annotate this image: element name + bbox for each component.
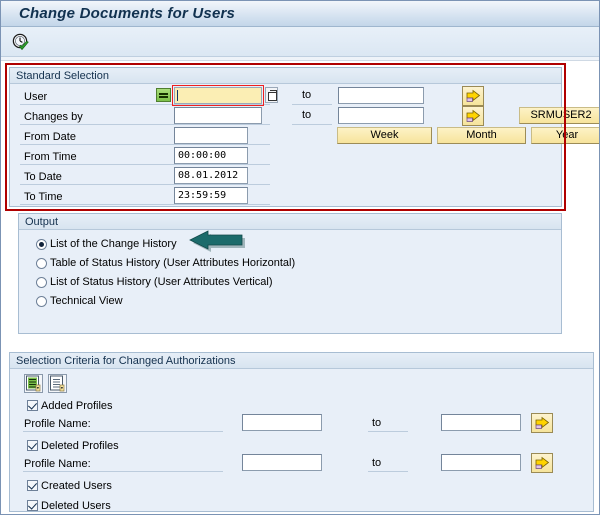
checkbox-added-profiles[interactable]: Added Profiles [27, 398, 113, 413]
standard-selection-title: Standard Selection [10, 68, 561, 84]
profile-name-to-input-2[interactable] [441, 454, 521, 471]
profile-name-to-label-2: to [372, 457, 382, 469]
radio-icon [36, 238, 47, 250]
profile-name-to-label-1: to [372, 417, 382, 429]
changes-by-input[interactable] [174, 107, 262, 124]
yellow-arrow-icon [466, 89, 481, 103]
from-time-label: From Time [24, 151, 77, 163]
clock-check-icon [12, 33, 30, 51]
checkbox-label: Added Profiles [41, 399, 113, 412]
row-divider [292, 124, 332, 125]
checkbox-icon [27, 500, 38, 511]
changes-by-to-input[interactable] [338, 107, 424, 124]
to-time-input[interactable]: 23:59:59 [174, 187, 248, 204]
text-caret [177, 90, 178, 101]
yellow-arrow-icon [466, 109, 481, 123]
output-group: Output List of the Change History Table … [18, 213, 562, 334]
selection-criteria-title: Selection Criteria for Changed Authoriza… [10, 353, 593, 369]
output-option-label: List of Status History (User Attributes … [50, 276, 273, 288]
output-body: List of the Change History Table of Stat… [19, 230, 561, 333]
user-label: User [24, 91, 48, 103]
checkbox-created-users[interactable]: Created Users [27, 478, 112, 493]
execute-button[interactable] [10, 31, 32, 52]
profile-name-to-input-1[interactable] [441, 414, 521, 431]
radio-icon [36, 257, 47, 269]
sap-selection-screen: Change Documents for Users Standard Sele… [0, 0, 600, 515]
year-button[interactable]: Year [531, 127, 599, 144]
user-input[interactable] [174, 87, 262, 104]
profile-name-input-1[interactable] [242, 414, 322, 431]
from-date-input[interactable] [174, 127, 248, 144]
month-button[interactable]: Month [437, 127, 526, 144]
checkbox-deleted-users[interactable]: Deleted Users [27, 498, 111, 513]
changes-by-label: Changes by [24, 111, 83, 123]
from-time-input[interactable]: 00:00:00 [174, 147, 248, 164]
toolbar-divider [1, 57, 599, 61]
radio-icon [36, 276, 47, 288]
page-title: Change Documents for Users [19, 5, 236, 22]
row-divider [23, 471, 223, 472]
multiple-selection-button-changes-by[interactable] [462, 106, 484, 126]
row-divider [292, 104, 332, 105]
multiple-selection-button-user[interactable] [462, 86, 484, 106]
checkbox-deleted-profiles[interactable]: Deleted Profiles [27, 438, 119, 453]
output-option-list-status-vertical[interactable]: List of Status History (User Attributes … [36, 274, 273, 290]
multiple-selection-button-profile-2[interactable] [531, 453, 553, 473]
output-option-label: List of the Change History [50, 238, 177, 250]
deselect-all-icon[interactable] [48, 374, 67, 393]
checkbox-icon [27, 440, 38, 451]
yellow-arrow-icon [535, 416, 550, 430]
application-toolbar [1, 27, 599, 57]
checkbox-label: Created Users [41, 479, 112, 492]
multiple-selection-button-profile-1[interactable] [531, 413, 553, 433]
row-divider [23, 431, 223, 432]
output-option-list-change-history[interactable]: List of the Change History [36, 236, 177, 252]
user-to-label: to [302, 89, 312, 101]
output-option-label: Table of Status History (User Attributes… [50, 257, 296, 269]
window-title-bar: Change Documents for Users [1, 1, 599, 27]
standard-selection-body: User to Changes by to SRMUSER2 From Date… [10, 84, 599, 206]
to-date-label: To Date [24, 171, 62, 183]
to-date-input[interactable]: 08.01.2012 [174, 167, 248, 184]
radio-icon [36, 295, 47, 307]
output-option-label: Technical View [50, 295, 123, 307]
selection-criteria-body: Added Profiles Profile Name: to Deleted … [10, 369, 593, 513]
row-divider [20, 144, 270, 145]
checkbox-label: Deleted Profiles [41, 439, 119, 452]
row-divider [20, 104, 270, 105]
output-option-table-status-horizontal[interactable]: Table of Status History (User Attributes… [36, 255, 295, 271]
row-divider [20, 204, 270, 205]
row-divider [368, 471, 408, 472]
checkbox-label: Deleted Users [41, 499, 111, 512]
changes-by-to-label: to [302, 109, 312, 121]
profile-name-input-2[interactable] [242, 454, 322, 471]
row-divider [20, 184, 270, 185]
checkbox-icon [27, 400, 38, 411]
row-divider [368, 431, 408, 432]
profile-name-label-2: Profile Name: [24, 458, 91, 470]
user-shortcut-button[interactable]: SRMUSER2 [519, 107, 599, 124]
profile-name-label-1: Profile Name: [24, 418, 91, 430]
from-date-label: From Date [24, 131, 76, 143]
select-all-icon[interactable] [24, 374, 43, 393]
selection-criteria-group: Selection Criteria for Changed Authoriza… [9, 352, 594, 512]
output-title: Output [19, 214, 561, 230]
week-button[interactable]: Week [337, 127, 432, 144]
row-divider [20, 164, 270, 165]
output-option-technical-view[interactable]: Technical View [36, 293, 123, 309]
user-to-input[interactable] [338, 87, 424, 104]
checkbox-icon [27, 480, 38, 491]
row-divider [20, 124, 270, 125]
equals-icon[interactable] [156, 88, 171, 102]
to-time-label: To Time [24, 191, 63, 203]
value-help-button[interactable] [265, 87, 278, 103]
standard-selection-group: Standard Selection User to Changes by to… [9, 67, 599, 207]
yellow-arrow-icon [535, 456, 550, 470]
